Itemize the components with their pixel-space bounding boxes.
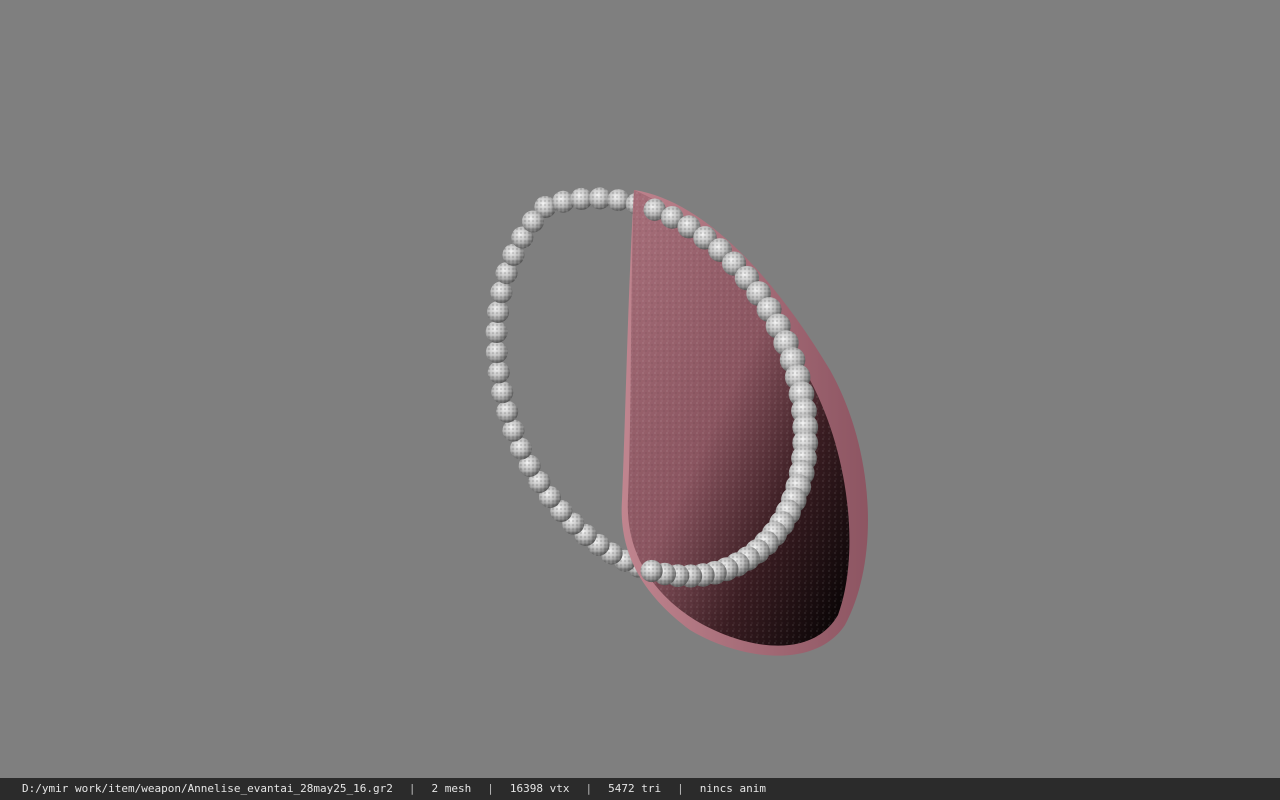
pearl-bead-texture: [487, 361, 510, 384]
pearl-bead-texture: [485, 341, 508, 364]
pearl-bead-texture: [640, 559, 663, 583]
file-path: D:/ymir work/item/weapon/Annelise_evanta…: [22, 782, 393, 795]
viewport-canvas[interactable]: [0, 0, 1280, 778]
pearl-bead-texture: [490, 281, 513, 304]
mesh-count: 2 mesh: [431, 782, 472, 795]
3d-viewport[interactable]: [0, 0, 1280, 778]
triangle-count: 5472 tri: [608, 782, 662, 795]
pearl-bead-texture: [502, 419, 525, 442]
pearl-bead-texture: [607, 189, 630, 212]
status-bar: D:/ymir work/item/weapon/Annelise_evanta…: [0, 778, 1280, 800]
pearl-bead-texture: [485, 321, 508, 344]
vertex-count: 16398 vtx: [509, 782, 570, 795]
pearl-bead-texture: [496, 400, 519, 423]
pearl-bead-texture: [491, 381, 514, 404]
pearl-bead-texture: [487, 300, 510, 323]
status-separator: |: [585, 782, 593, 795]
pearl-bead-texture: [521, 210, 544, 233]
model-viewer-window: D:/ymir work/item/weapon/Annelise_evanta…: [0, 0, 1280, 800]
animation-status: nincs anim: [699, 782, 766, 795]
status-separator: |: [677, 782, 684, 795]
status-separator: |: [408, 782, 416, 795]
status-separator: |: [487, 782, 494, 795]
